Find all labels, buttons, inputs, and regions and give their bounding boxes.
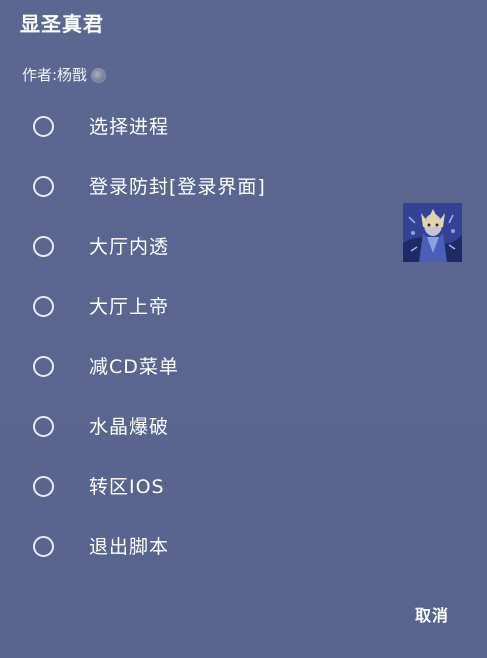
option-label: 选择进程: [89, 116, 170, 138]
radio-button[interactable]: [33, 176, 54, 197]
character-thumbnail: [403, 203, 462, 262]
radio-button[interactable]: [33, 356, 54, 377]
option-label: 登录防封[登录界面]: [89, 176, 266, 198]
option-label: 大厅上帝: [89, 296, 170, 318]
radio-button[interactable]: [33, 476, 54, 497]
option-label: 转区IOS: [89, 476, 165, 498]
avatar-icon: [91, 67, 107, 83]
option-label: 水晶爆破: [89, 416, 170, 438]
option-label: 退出脚本: [89, 536, 170, 558]
radio-button[interactable]: [33, 416, 54, 437]
radio-button[interactable]: [33, 116, 54, 137]
dialog-title: 显圣真君: [20, 12, 104, 36]
option-label: 减CD菜单: [89, 356, 179, 378]
radio-button[interactable]: [33, 236, 54, 257]
radio-button[interactable]: [33, 296, 54, 317]
author-row: 作者:杨戬: [22, 63, 107, 87]
script-menu-dialog: 显圣真君 作者:杨戬 选择进程 登录防封[登录界面] 大厅内透 大厅上帝 减CD…: [0, 0, 487, 658]
author-label: 作者:杨戬: [22, 66, 88, 84]
option-lobby-god[interactable]: 大厅上帝: [0, 277, 487, 337]
option-crystal-blast[interactable]: 水晶爆破: [0, 397, 487, 457]
option-exit-script[interactable]: 退出脚本: [0, 517, 487, 577]
option-select-process[interactable]: 选择进程: [0, 97, 487, 157]
option-reduce-cd-menu[interactable]: 减CD菜单: [0, 337, 487, 397]
option-list: 选择进程 登录防封[登录界面] 大厅内透 大厅上帝 减CD菜单 水晶爆破 转区I…: [0, 97, 487, 577]
option-label: 大厅内透: [89, 236, 170, 258]
option-switch-region-ios[interactable]: 转区IOS: [0, 457, 487, 517]
radio-button[interactable]: [33, 536, 54, 557]
cancel-button[interactable]: 取消: [415, 603, 449, 629]
